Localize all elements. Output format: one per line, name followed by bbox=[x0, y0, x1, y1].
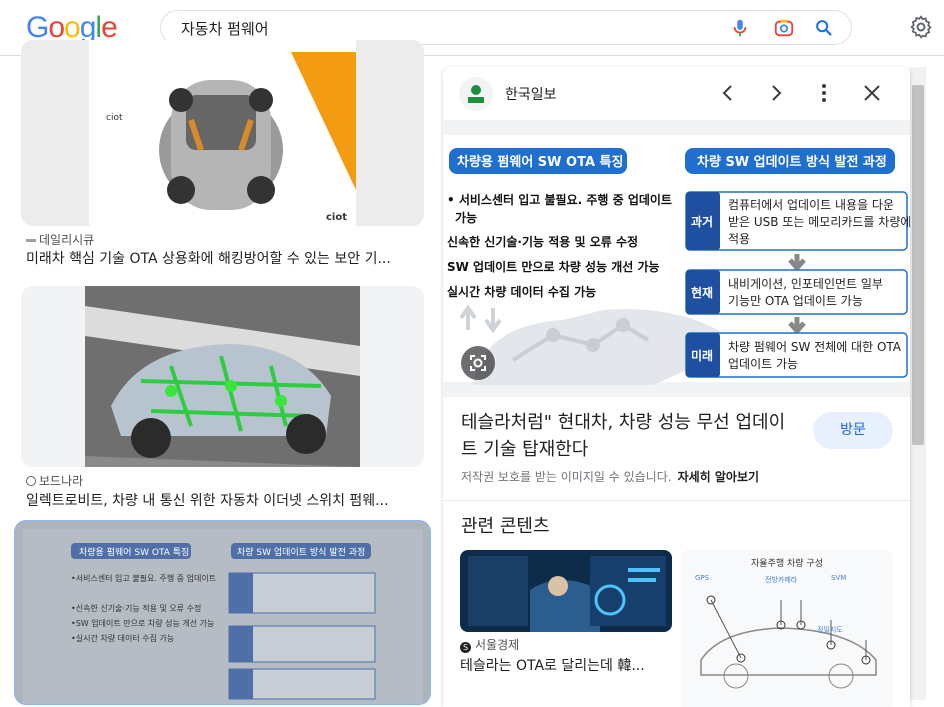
svg-text:SVM: SVM bbox=[831, 574, 846, 582]
learn-more-link[interactable]: 자세히 알아보기 bbox=[678, 470, 759, 484]
related-image-1[interactable] bbox=[460, 550, 672, 632]
svg-text:차량 SW 업데이트 방식 발전 과정: 차량 SW 업데이트 방식 발전 과정 bbox=[237, 546, 365, 558]
globe-icon bbox=[26, 476, 36, 486]
image-preview-panel: 한국일보 차량용 펌웨어 SW OTA 특징 차량 SW 업데이트 방식 발전 … bbox=[443, 67, 910, 707]
related-image-2[interactable]: 자율주행 차량 구성 GPS 전방카메라 SVM 정밀지도 bbox=[681, 550, 893, 707]
svg-text:과거: 과거 bbox=[691, 214, 713, 229]
svg-text:ciot: ciot bbox=[326, 212, 347, 223]
close-icon[interactable] bbox=[860, 81, 884, 105]
related-content-heading: 관련 콘텐츠 bbox=[461, 516, 550, 537]
gear-icon[interactable] bbox=[908, 14, 934, 40]
svg-text:전방카메라: 전방카메라 bbox=[765, 575, 798, 584]
svg-text:•신속한 신기술·기능 적용 및 오류 수정: •신속한 신기술·기능 적용 및 오류 수정 bbox=[71, 603, 201, 613]
favicon-icon bbox=[26, 239, 36, 242]
source-favicon-icon: S bbox=[460, 642, 471, 653]
image-description[interactable]: 테슬라처럼" 현대차, 차량 성능 무선 업데이트 기술 탑재한다 bbox=[461, 409, 791, 463]
svg-text:차량용 펌웨어 SW OTA 특징: 차량용 펌웨어 SW OTA 특징 bbox=[79, 546, 189, 558]
svg-text:내비게이션, 인포테인먼트 일부: 내비게이션, 인포테인먼트 일부 bbox=[728, 277, 883, 291]
svg-text:받은 USB 또는 메모리카드를 차량에: 받은 USB 또는 메모리카드를 차량에 bbox=[728, 215, 910, 229]
source-logo-icon[interactable] bbox=[459, 77, 493, 111]
infographic-bullet-3: SW 업데이트 만으로 차량 성능 개선 가능 bbox=[447, 259, 660, 274]
svg-text:차량 펌웨어 SW 전체에 대한 OTA: 차량 펌웨어 SW 전체에 대한 OTA bbox=[728, 340, 902, 354]
infographic-bullet-1: • 서비스센터 입고 불필요. 주행 중 업데이트 bbox=[447, 192, 672, 207]
svg-text:현재: 현재 bbox=[691, 285, 713, 300]
result-image-3-selected[interactable]: 차량용 펌웨어 SW OTA 특징 차량 SW 업데이트 방식 발전 과정 •서… bbox=[14, 520, 431, 705]
svg-text:적용: 적용 bbox=[728, 232, 750, 246]
infographic-bullet-2: 신속한 신기술·기능 적용 및 오류 수정 bbox=[447, 234, 638, 249]
svg-text:•서비스센터 입고 불필요. 주행 중 업데이트: •서비스센터 입고 불필요. 주행 중 업데이트 bbox=[71, 573, 216, 583]
result-source-2: 보드나라 bbox=[26, 472, 83, 489]
svg-text:•실시간 차량 데이터 수집 가능: •실시간 차량 데이터 수집 가능 bbox=[71, 633, 174, 643]
chevron-left-icon[interactable] bbox=[716, 81, 740, 105]
camera-lens-icon[interactable] bbox=[773, 17, 795, 39]
svg-text:컴퓨터에서 업데이트 내용을 다운: 컴퓨터에서 업데이트 내용을 다운 bbox=[728, 198, 894, 212]
svg-text:업데이트 가능: 업데이트 가능 bbox=[728, 357, 798, 371]
svg-text:정밀지도: 정밀지도 bbox=[817, 625, 843, 634]
related-image-2-title: 자율주행 차량 구성 bbox=[751, 557, 823, 569]
related-source-1: S 서울경제 bbox=[460, 636, 519, 653]
svg-text:미래: 미래 bbox=[691, 348, 713, 363]
svg-text:ciot: ciot bbox=[106, 113, 123, 123]
related-title-1[interactable]: 테슬라는 OTA로 달리는데 韓... bbox=[460, 655, 660, 675]
source-name[interactable]: 한국일보 bbox=[505, 84, 557, 104]
svg-text:GPS: GPS bbox=[695, 574, 710, 582]
lens-search-icon[interactable] bbox=[461, 346, 495, 380]
result-image-2[interactable] bbox=[21, 286, 424, 467]
svg-text:기능만 OTA 업데이트 가능: 기능만 OTA 업데이트 가능 bbox=[728, 294, 863, 308]
infographic-left-title: 차량용 펌웨어 SW OTA 특징 bbox=[457, 154, 623, 170]
panel-header: 한국일보 bbox=[443, 67, 910, 119]
copyright-notice: 저작권 보호를 받는 이미지일 수 있습니다. 자세히 알아보기 bbox=[461, 470, 760, 484]
microphone-icon[interactable] bbox=[729, 17, 751, 39]
result-image-1[interactable]: ciot ciot bbox=[21, 40, 424, 226]
result-title-1[interactable]: 미래차 핵심 기술 OTA 상용화에 해킹방어할 수 있는 보안 기... bbox=[26, 248, 421, 268]
divider bbox=[443, 500, 910, 501]
result-title-2[interactable]: 일렉트로비트, 차량 내 통신 위한 자동차 이더넷 스위치 펌웨... bbox=[26, 490, 421, 510]
svg-text:가능: 가능 bbox=[455, 210, 477, 225]
search-input[interactable] bbox=[181, 17, 701, 39]
result-source-1: 데일리시큐 bbox=[26, 231, 94, 248]
infographic-right-title: 차량 SW 업데이트 방식 발전 과정 bbox=[697, 154, 887, 170]
panel-scrollbar[interactable] bbox=[912, 85, 924, 445]
more-vert-icon[interactable] bbox=[812, 81, 836, 105]
search-icon[interactable] bbox=[813, 17, 835, 39]
visit-button[interactable]: 방문 bbox=[813, 412, 893, 449]
chevron-right-icon[interactable] bbox=[764, 81, 788, 105]
preview-image[interactable]: 차량용 펌웨어 SW OTA 특징 차량 SW 업데이트 방식 발전 과정 • … bbox=[443, 120, 910, 397]
infographic-bullet-4: 실시간 차량 데이터 수집 가능 bbox=[447, 284, 596, 299]
svg-text:•SW 업데이트 만으로 차량 성능 개선 가능: •SW 업데이트 만으로 차량 성능 개선 가능 bbox=[71, 618, 214, 628]
